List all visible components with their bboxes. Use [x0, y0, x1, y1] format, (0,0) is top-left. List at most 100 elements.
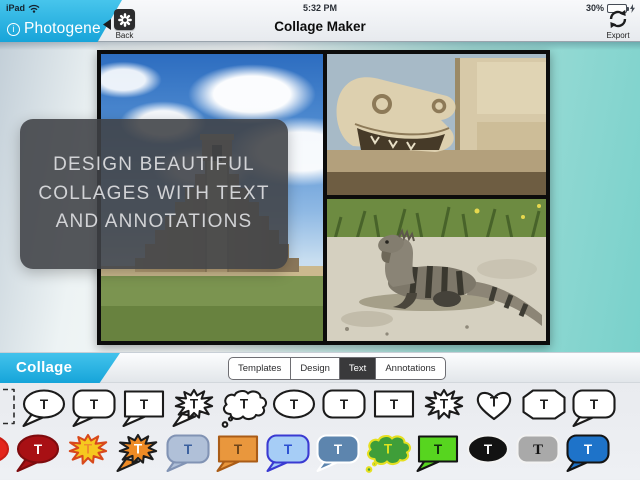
- text-bubble-gallery: TTTTTTTTTTTT TTTTTTTTTTTT: [0, 383, 640, 479]
- svg-text:T: T: [234, 442, 243, 457]
- bubble-shape-icon: T: [570, 388, 618, 428]
- svg-text:T: T: [34, 442, 43, 457]
- svg-text:T: T: [40, 397, 49, 412]
- back-button[interactable]: Back: [103, 9, 135, 40]
- svg-text:T: T: [134, 442, 143, 457]
- bubble-shape-icon: T: [20, 388, 68, 428]
- svg-text:T: T: [390, 397, 399, 412]
- svg-text:T: T: [584, 442, 593, 457]
- bubble-shape-icon: T: [414, 433, 462, 473]
- text-bubble-round-speech[interactable]: T: [164, 433, 212, 477]
- collage-photo-iguana[interactable]: [327, 199, 546, 341]
- bubble-shape-icon: T: [164, 433, 212, 473]
- serpent-illustration: [327, 54, 546, 195]
- bubble-shape-icon: T: [320, 388, 368, 428]
- text-bubble-round-speech[interactable]: T: [264, 433, 312, 477]
- bubble-shape-icon: T: [520, 388, 568, 428]
- bubble-shape-icon: T: [370, 388, 418, 428]
- text-bubble-rect[interactable]: T: [370, 388, 418, 432]
- text-bubble-rect-speech[interactable]: T: [120, 388, 168, 432]
- bubble-shape-icon: T: [64, 433, 112, 473]
- bubble-shape-icon: T: [170, 388, 218, 428]
- iguana-illustration: [327, 199, 546, 341]
- svg-text:T: T: [190, 397, 199, 412]
- bubble-shape-icon: [0, 433, 12, 473]
- svg-text:T: T: [90, 397, 99, 412]
- text-bubble-round-speech[interactable]: T: [564, 433, 612, 477]
- text-bubble-ellipse-speech[interactable]: T: [20, 388, 68, 432]
- text-bubble-ellipse[interactable]: [0, 433, 12, 477]
- bubble-row-colored: TTTTTTTTTTTT: [0, 433, 640, 479]
- page-title: Collage Maker: [160, 19, 480, 34]
- text-bubble-star[interactable]: T: [420, 388, 468, 432]
- svg-text:T: T: [84, 442, 93, 457]
- bubble-shape-icon: T: [14, 433, 62, 473]
- text-bubble-round-speech[interactable]: T: [314, 433, 362, 477]
- back-arrow-icon: [103, 19, 111, 30]
- text-bubble-star-speech[interactable]: T: [170, 388, 218, 432]
- svg-text:T: T: [490, 395, 499, 410]
- navigation-bar: iPad 5:32 PM 30% i Photogene: [0, 0, 640, 42]
- bubble-shape-icon: T: [514, 433, 562, 473]
- export-button[interactable]: Export: [606, 7, 630, 40]
- tab-design[interactable]: Design: [290, 358, 339, 379]
- bubble-shape-icon: T: [420, 388, 468, 428]
- text-bubble-heart[interactable]: T: [470, 388, 518, 432]
- text-bubble-star[interactable]: T: [64, 433, 112, 477]
- text-bubble-ellipse[interactable]: T: [464, 433, 512, 477]
- text-bubble-ellipse-speech[interactable]: T: [14, 433, 62, 477]
- svg-text:T: T: [340, 397, 349, 412]
- panel-header: Collage Templates Design Text Annotation…: [0, 352, 640, 383]
- clock: 5:32 PM: [0, 3, 640, 13]
- text-bubble-ellipse[interactable]: T: [270, 388, 318, 432]
- svg-text:T: T: [290, 397, 299, 412]
- bubble-shape-icon: T: [120, 388, 168, 428]
- svg-text:T: T: [540, 397, 549, 412]
- app-logo: i Photogene: [7, 20, 101, 38]
- info-icon[interactable]: i: [7, 23, 20, 36]
- text-bubble-rect-speech[interactable]: T: [214, 433, 262, 477]
- tab-text[interactable]: Text: [339, 358, 375, 379]
- svg-text:T: T: [484, 442, 493, 457]
- text-bubble-round-speech[interactable]: T: [570, 388, 618, 432]
- panel-title: Collage: [16, 359, 72, 376]
- collage-photo-serpent[interactable]: [327, 54, 546, 195]
- tab-templates[interactable]: Templates: [229, 358, 290, 379]
- battery-charging-icon: [630, 4, 635, 13]
- text-bubble-octagon[interactable]: T: [520, 388, 568, 432]
- bubble-shape-icon: T: [114, 433, 162, 473]
- bubble-shape-icon: T: [264, 433, 312, 473]
- bubble-shape-icon: T: [470, 388, 518, 428]
- app-screen: iPad 5:32 PM 30% i Photogene: [0, 0, 640, 480]
- svg-text:T: T: [184, 442, 193, 457]
- export-label: Export: [606, 31, 629, 40]
- text-bubble-cloud-dots[interactable]: T: [364, 433, 412, 477]
- text-bubble-rect-speech[interactable]: T: [414, 433, 462, 477]
- tab-annotations[interactable]: Annotations: [375, 358, 444, 379]
- bubble-shape-icon: T: [70, 388, 118, 428]
- svg-text:T: T: [384, 442, 393, 457]
- text-bubble-round-speech[interactable]: T: [70, 388, 118, 432]
- text-bubble-dashed[interactable]: [0, 388, 18, 432]
- bubble-row-outline: TTTTTTTTTTTT: [0, 388, 640, 434]
- text-bubble-star-speech[interactable]: T: [114, 433, 162, 477]
- collage-tool-panel: Collage Templates Design Text Annotation…: [0, 352, 640, 480]
- svg-text:T: T: [240, 397, 249, 412]
- bubble-shape-icon: T: [314, 433, 362, 473]
- bubble-shape-icon: T: [270, 388, 318, 428]
- text-bubble-cloud-dots[interactable]: T: [220, 388, 268, 432]
- bubble-shape-icon: T: [364, 433, 412, 473]
- annotation-note[interactable]: DESIGN BEAUTIFUL COLLAGES WITH TEXT AND …: [20, 119, 288, 269]
- svg-text:T: T: [284, 442, 293, 457]
- bubble-shape-icon: [0, 388, 18, 428]
- svg-text:T: T: [590, 397, 599, 412]
- text-bubble-round[interactable]: T: [320, 388, 368, 432]
- mode-segmented-control: Templates Design Text Annotations: [228, 357, 446, 380]
- text-bubble-round[interactable]: T: [514, 433, 562, 477]
- export-icon: [606, 7, 630, 31]
- photogene-flower-icon: [114, 9, 135, 30]
- bubble-shape-icon: T: [564, 433, 612, 473]
- svg-text:T: T: [140, 397, 149, 412]
- battery-percent: 30%: [586, 3, 604, 13]
- back-label: Back: [116, 31, 134, 40]
